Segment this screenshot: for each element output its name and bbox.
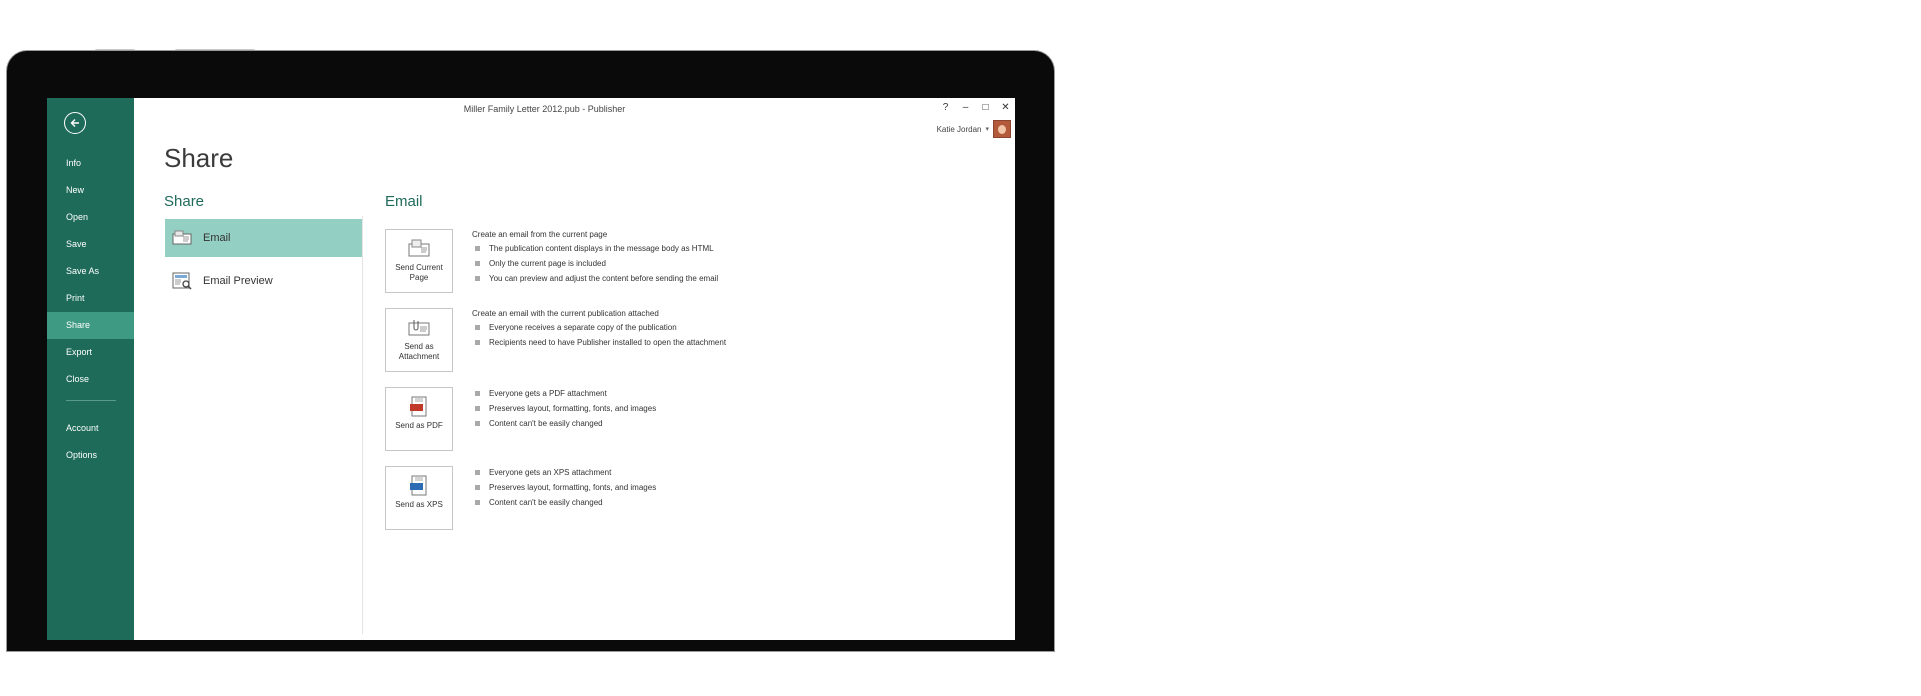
back-arrow-icon bbox=[70, 119, 79, 127]
user-name: Katie Jordan bbox=[936, 124, 982, 134]
nav-item-save[interactable]: Save bbox=[47, 231, 134, 258]
option-label: Send as PDF bbox=[395, 421, 443, 430]
nav-item-export[interactable]: Export bbox=[47, 339, 134, 366]
help-icon[interactable]: ? bbox=[940, 102, 951, 113]
backstage-nav: Info New Open Save Save As Print Share E… bbox=[47, 150, 134, 469]
bullet-item: You can preview and adjust the content b… bbox=[472, 271, 718, 286]
window-controls: ? – □ ✕ bbox=[940, 102, 1011, 113]
bullet-item: Recipients need to have Publisher instal… bbox=[472, 335, 726, 350]
option-label: Send as Attachment bbox=[398, 342, 440, 361]
send-as-xps-button[interactable]: Send as XPS bbox=[385, 466, 453, 530]
email-heading: Email bbox=[385, 193, 423, 210]
chevron-down-icon: ▾ bbox=[985, 126, 989, 133]
option-label: Send Current Page bbox=[395, 263, 443, 282]
option-label: Send as XPS bbox=[395, 500, 443, 509]
option-description: Everyone gets an XPS attachment Preserve… bbox=[472, 465, 656, 510]
minimize-icon[interactable]: – bbox=[960, 102, 971, 113]
send-current-page-button[interactable]: Send Current Page bbox=[385, 229, 453, 293]
share-item-label: Email bbox=[203, 232, 231, 244]
xps-icon bbox=[410, 475, 427, 496]
bullet-item: Everyone receives a separate copy of the… bbox=[472, 320, 726, 335]
bullet-item: Everyone gets an XPS attachment bbox=[472, 465, 656, 480]
nav-item-info[interactable]: Info bbox=[47, 150, 134, 177]
option-description: Create an email from the current page Th… bbox=[472, 228, 718, 286]
back-button[interactable] bbox=[64, 112, 86, 134]
page-title: Share bbox=[164, 143, 234, 173]
share-list: Email Email Preview bbox=[165, 219, 362, 305]
nav-item-share[interactable]: Share bbox=[47, 312, 134, 339]
option-description: Everyone gets a PDF attachment Preserves… bbox=[472, 386, 656, 431]
bullet-item: Content can't be easily changed bbox=[472, 416, 656, 431]
email-preview-icon bbox=[172, 272, 192, 290]
nav-item-print[interactable]: Print bbox=[47, 285, 134, 312]
bullet-item: Preserves layout, formatting, fonts, and… bbox=[472, 401, 656, 416]
option-title: Create an email from the current page bbox=[472, 230, 608, 239]
backstage-sidebar: Info New Open Save Save As Print Share E… bbox=[47, 98, 134, 640]
nav-item-open[interactable]: Open bbox=[47, 204, 134, 231]
option-description: Create an email with the current publica… bbox=[472, 307, 726, 350]
pdf-icon bbox=[410, 396, 427, 417]
close-icon[interactable]: ✕ bbox=[1000, 102, 1011, 113]
bullet-item: Preserves layout, formatting, fonts, and… bbox=[472, 480, 656, 495]
publisher-window: Info New Open Save Save As Print Share E… bbox=[47, 98, 1015, 640]
email-icon bbox=[172, 230, 192, 245]
nav-separator bbox=[66, 400, 116, 401]
document-title: Miller Family Letter 2012.pub - Publishe… bbox=[463, 104, 626, 114]
share-item-email[interactable]: Email bbox=[165, 219, 362, 257]
bullet-item: The publication content displays in the … bbox=[472, 241, 718, 256]
bullet-item: Content can't be easily changed bbox=[472, 495, 656, 510]
nav-item-save-as[interactable]: Save As bbox=[47, 258, 134, 285]
option-title: Create an email with the current publica… bbox=[472, 309, 659, 318]
nav-item-close[interactable]: Close bbox=[47, 366, 134, 393]
pane-divider bbox=[362, 216, 363, 634]
send-as-pdf-button[interactable]: Send as PDF bbox=[385, 387, 453, 451]
user-account[interactable]: Katie Jordan ▾ bbox=[937, 120, 1011, 138]
nav-item-options[interactable]: Options bbox=[47, 442, 134, 469]
restore-icon[interactable]: □ bbox=[980, 102, 991, 113]
send-current-page-icon bbox=[408, 239, 430, 257]
avatar bbox=[993, 120, 1011, 138]
nav-item-account[interactable]: Account bbox=[47, 415, 134, 442]
nav-item-new[interactable]: New bbox=[47, 177, 134, 204]
share-heading: Share bbox=[164, 193, 205, 210]
bullet-item: Everyone gets a PDF attachment bbox=[472, 386, 656, 401]
send-as-attachment-button[interactable]: Send as Attachment bbox=[385, 308, 453, 372]
attachment-icon bbox=[408, 320, 430, 336]
bullet-item: Only the current page is included bbox=[472, 256, 718, 271]
share-item-email-preview[interactable]: Email Preview bbox=[165, 262, 362, 300]
share-item-label: Email Preview bbox=[203, 275, 273, 287]
